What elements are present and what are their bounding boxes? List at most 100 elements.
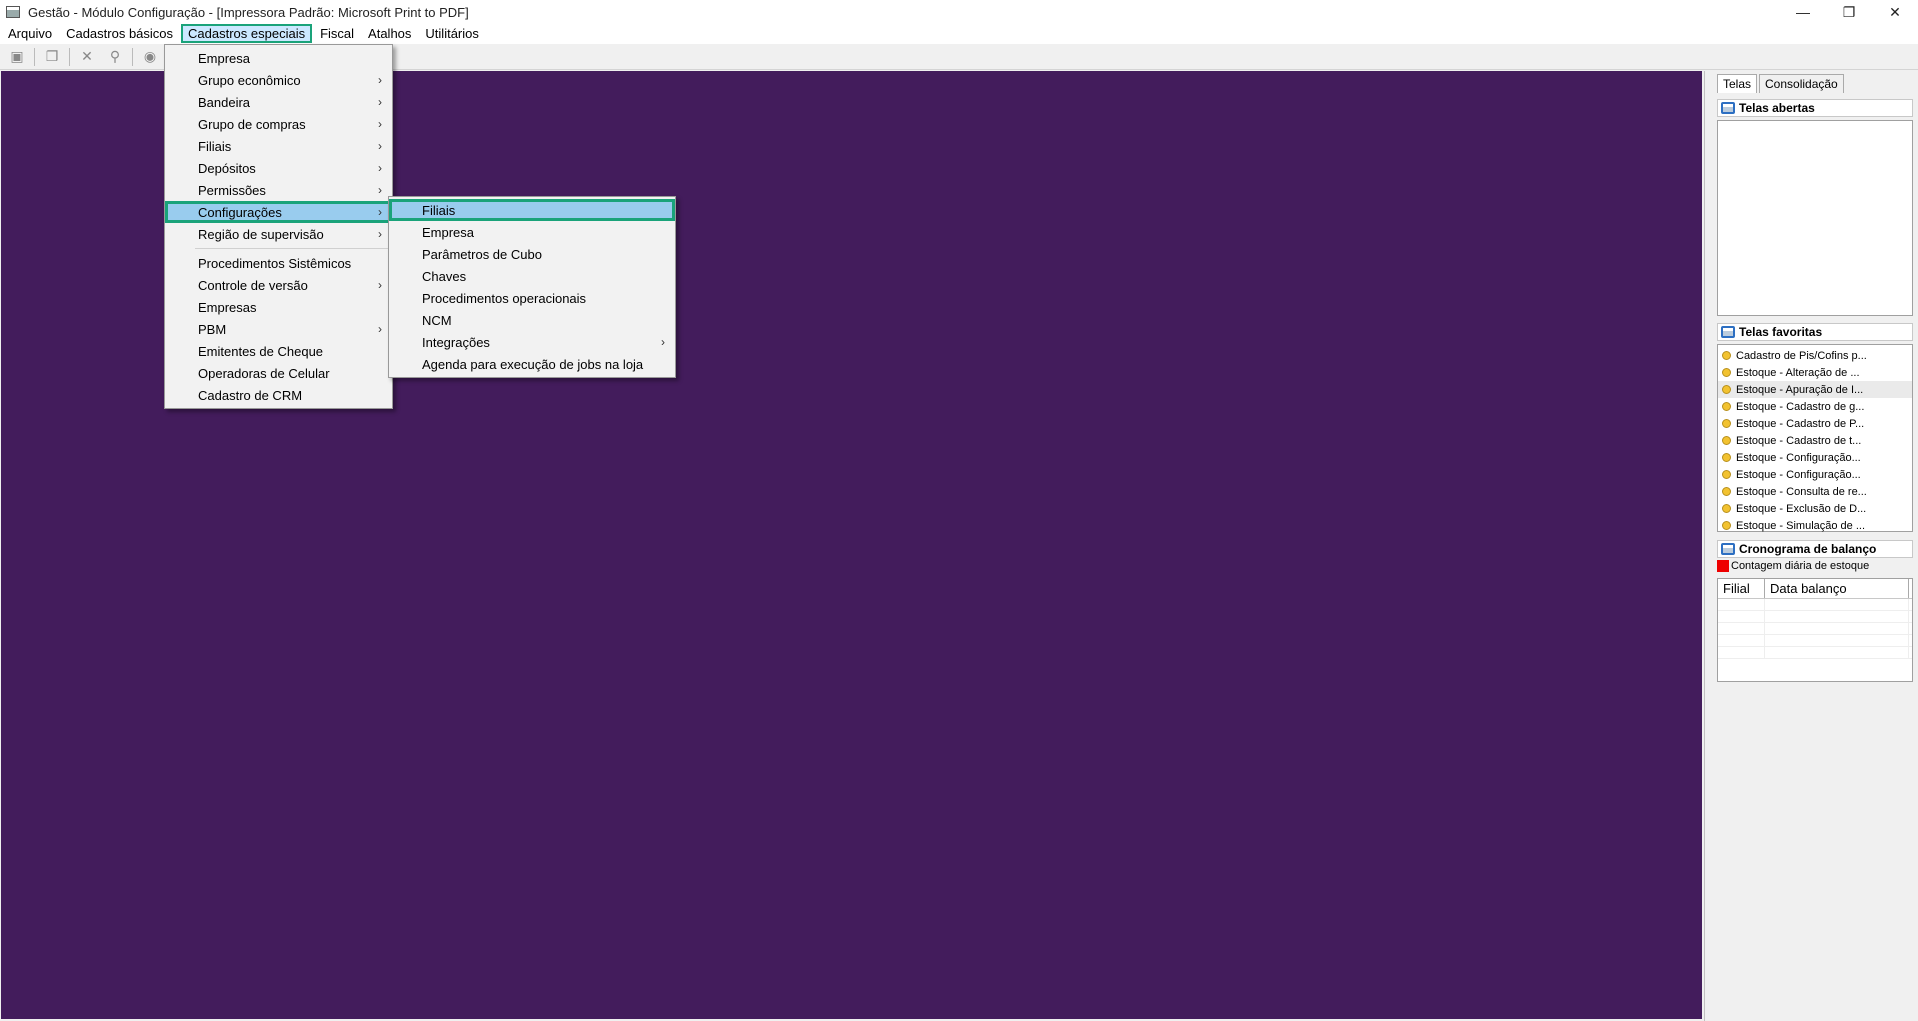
telas-favoritas-header: Telas favoritas [1717, 323, 1913, 341]
close-button[interactable]: ✕ [1872, 0, 1918, 24]
legend-contagem: Contagem diária de estoque [1717, 560, 1913, 572]
favorite-item[interactable]: Estoque - Exclusão de D... [1718, 500, 1912, 517]
chevron-right-icon: › [378, 95, 382, 109]
grid-row [1718, 611, 1912, 623]
menu-cadastros-especiais[interactable]: Cadastros especiais [181, 23, 313, 43]
submenu-item-chaves[interactable]: Chaves [389, 265, 675, 287]
telas-favoritas-title: Telas favoritas [1739, 325, 1823, 339]
menu-item-configuracoes[interactable]: Configurações › [165, 201, 392, 223]
menu-utilitarios[interactable]: Utilitários [419, 24, 484, 43]
menu-item-procedimentos-sistemicos[interactable]: Procedimentos Sistêmicos [165, 252, 392, 274]
panel-tabs: Telas Consolidação [1717, 74, 1846, 93]
favorite-dot-icon [1722, 385, 1731, 394]
search-icon[interactable]: ⚲ [104, 47, 126, 67]
window-icon [1721, 326, 1735, 338]
chevron-right-icon: › [378, 322, 382, 336]
toolbar-separator [132, 47, 133, 66]
favorite-label: Estoque - Exclusão de D... [1736, 502, 1867, 515]
chevron-right-icon: › [378, 183, 382, 197]
column-header-data-balanco[interactable]: Data balanço [1765, 579, 1909, 598]
menu-item-emitentes-de-cheque[interactable]: Emitentes de Cheque [165, 340, 392, 362]
favorite-label: Estoque - Configuração... [1736, 451, 1861, 464]
menu-item-permissoes[interactable]: Permissões › [165, 179, 392, 201]
telas-abertas-list[interactable] [1717, 120, 1913, 316]
favorite-label: Estoque - Consulta de re... [1736, 485, 1867, 498]
cronograma-grid[interactable]: Filial Data balanço [1717, 578, 1913, 682]
chevron-right-icon: › [378, 117, 382, 131]
menu-item-grupo-economico[interactable]: Grupo econômico › [165, 69, 392, 91]
grid-row [1718, 623, 1912, 635]
submenu-item-procedimentos-operacionais[interactable]: Procedimentos operacionais [389, 287, 675, 309]
menu-atalhos[interactable]: Atalhos [362, 24, 417, 43]
submenu-item-empresa[interactable]: Empresa [389, 221, 675, 243]
menu-item-empresa[interactable]: Empresa [165, 47, 392, 69]
window-controls: — ❐ ✕ [1780, 0, 1918, 24]
submenu-item-parametros-de-cubo[interactable]: Parâmetros de Cubo [389, 243, 675, 265]
submenu-item-agenda-jobs[interactable]: Agenda para execução de jobs na loja [389, 353, 675, 375]
favorite-dot-icon [1722, 436, 1731, 445]
telas-abertas-header: Telas abertas [1717, 99, 1913, 117]
menu-item-controle-de-versao[interactable]: Controle de versão › [165, 274, 392, 296]
favorite-label: Estoque - Simulação de ... [1736, 519, 1866, 532]
menu-item-filiais[interactable]: Filiais › [165, 135, 392, 157]
submenu-item-filiais[interactable]: Filiais [389, 199, 675, 221]
submenu-item-ncm[interactable]: NCM [389, 309, 675, 331]
favorite-dot-icon [1722, 504, 1731, 513]
favorite-label: Estoque - Cadastro de P... [1736, 417, 1865, 430]
legend-color-swatch [1717, 560, 1729, 572]
favorite-item[interactable]: Estoque - Cadastro de t... [1718, 432, 1912, 449]
submenu-item-integracoes[interactable]: Integrações › [389, 331, 675, 353]
favorite-label: Estoque - Alteração de ... [1736, 366, 1860, 379]
chevron-right-icon: › [378, 73, 382, 87]
favorite-item[interactable]: Estoque - Consulta de re... [1718, 483, 1912, 500]
menu-item-regiao-de-supervisao[interactable]: Região de supervisão › [165, 223, 392, 245]
chevron-right-icon: › [378, 139, 382, 153]
favorite-item[interactable]: Estoque - Alteração de ... [1718, 364, 1912, 381]
menu-cadastros-basicos[interactable]: Cadastros básicos [60, 24, 179, 43]
menu-item-cadastro-de-crm[interactable]: Cadastro de CRM [165, 384, 392, 406]
record-icon[interactable]: ◉ [139, 47, 161, 67]
save-icon[interactable]: ▣ [6, 47, 28, 67]
favorite-label: Estoque - Cadastro de g... [1736, 400, 1865, 413]
cronograma-title: Cronograma de balanço [1739, 542, 1877, 556]
chevron-right-icon: › [661, 335, 665, 349]
column-header-filial[interactable]: Filial [1718, 579, 1765, 598]
menu-item-empresas[interactable]: Empresas [165, 296, 392, 318]
grid-row [1718, 635, 1912, 647]
favorite-item[interactable]: Estoque - Configuração... [1718, 466, 1912, 483]
favorite-dot-icon [1722, 521, 1731, 530]
menu-item-pbm[interactable]: PBM › [165, 318, 392, 340]
favorite-item[interactable]: Estoque - Simulação de ... [1718, 517, 1912, 534]
menu-arquivo[interactable]: Arquivo [2, 24, 58, 43]
menu-item-operadoras-de-celular[interactable]: Operadoras de Celular [165, 362, 392, 384]
tab-telas[interactable]: Telas [1717, 74, 1758, 93]
favorite-item[interactable]: Cadastro de Pis/Cofins p... [1718, 347, 1912, 364]
window-title: Gestão - Módulo Configuração - [Impresso… [28, 4, 469, 20]
delete-icon[interactable]: ✕ [76, 47, 98, 67]
menu-item-grupo-de-compras[interactable]: Grupo de compras › [165, 113, 392, 135]
favorite-dot-icon [1722, 419, 1731, 428]
favorite-item[interactable]: Estoque - Cadastro de P... [1718, 415, 1912, 432]
menu-item-depositos[interactable]: Depósitos › [165, 157, 392, 179]
title-bar: Gestão - Módulo Configuração - [Impresso… [0, 0, 1918, 24]
menu-bar: Arquivo Cadastros básicos Cadastros espe… [0, 22, 1918, 44]
copy-icon[interactable]: ❐ [41, 47, 63, 67]
menu-fiscal[interactable]: Fiscal [314, 24, 360, 43]
grid-row [1718, 647, 1912, 659]
chevron-right-icon: › [378, 205, 382, 219]
legend-label: Contagem diária de estoque [1731, 560, 1870, 572]
menu-separator [195, 248, 390, 249]
favorite-item[interactable]: Estoque - Configuração... [1718, 449, 1912, 466]
chevron-right-icon: › [378, 161, 382, 175]
restore-button[interactable]: ❐ [1826, 0, 1872, 24]
toolbar-separator [69, 47, 70, 66]
menu-item-bandeira[interactable]: Bandeira › [165, 91, 392, 113]
favorite-item[interactable]: Estoque - Cadastro de g... [1718, 398, 1912, 415]
grid-row [1718, 599, 1912, 611]
favorite-item[interactable]: Estoque - Apuração de I... [1718, 381, 1912, 398]
app-icon [6, 6, 20, 18]
minimize-button[interactable]: — [1780, 0, 1826, 24]
tab-consolidacao[interactable]: Consolidação [1759, 74, 1844, 93]
cronograma-header: Cronograma de balanço [1717, 540, 1913, 558]
favorite-label: Estoque - Cadastro de t... [1736, 434, 1862, 447]
